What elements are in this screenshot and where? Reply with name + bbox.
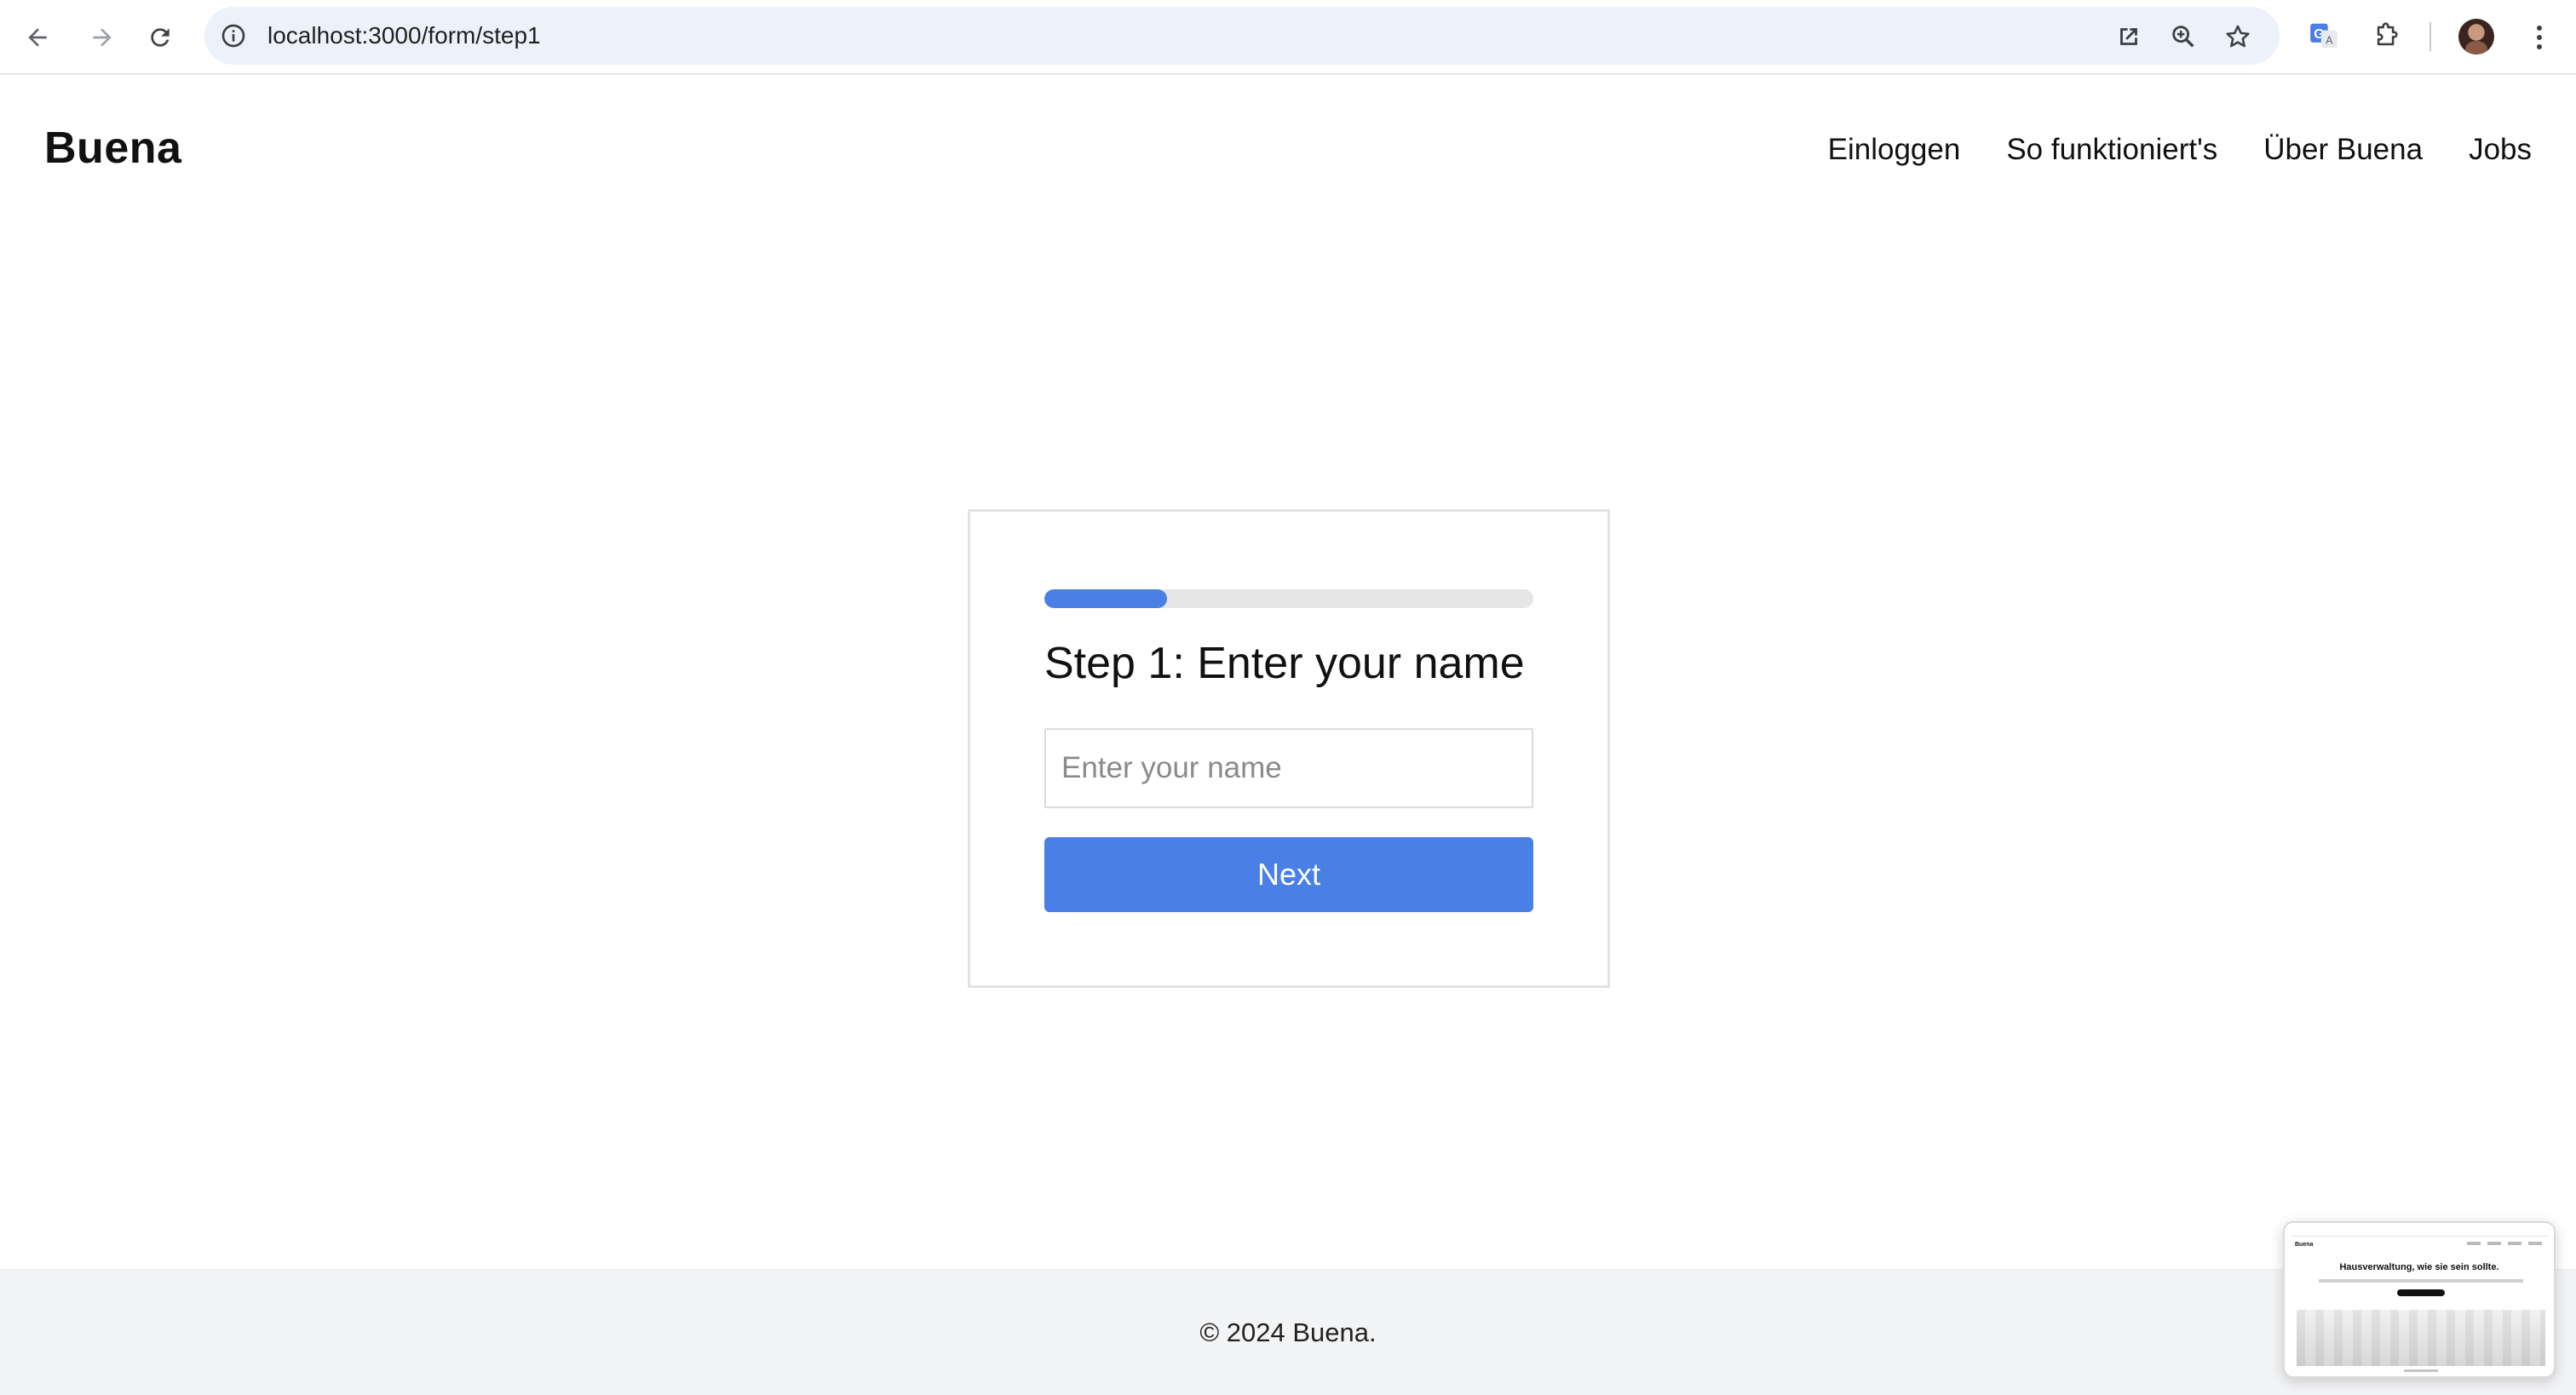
- thumbnail-heading: Hausverwaltung, wie sie sein sollte.: [2339, 1262, 2499, 1272]
- translate-icon[interactable]: G A: [2305, 17, 2343, 55]
- browser-toolbar: localhost:3000/form/step1 G A: [0, 0, 2576, 75]
- thumbnail-footer: [2404, 1369, 2438, 1372]
- site-logo[interactable]: Buena: [44, 123, 181, 174]
- step-title: Step 1: Enter your name: [1044, 639, 1525, 688]
- star-icon[interactable]: [2223, 22, 2252, 51]
- nav-link-about[interactable]: Über Buena: [2263, 133, 2423, 167]
- nav-link-jobs[interactable]: Jobs: [2469, 133, 2532, 167]
- thumbnail-hero-image: [2297, 1310, 2545, 1366]
- thumbnail-toolbar: [2291, 1230, 2549, 1237]
- avatar[interactable]: [2458, 19, 2494, 55]
- back-button[interactable]: [17, 17, 58, 58]
- thumbnail-subtext: [2319, 1279, 2523, 1283]
- thumbnail-cta: [2397, 1289, 2445, 1296]
- address-bar[interactable]: localhost:3000/form/step1: [204, 7, 2280, 65]
- toolbar-divider: [2429, 22, 2431, 51]
- reload-icon: [151, 28, 170, 47]
- kebab-icon[interactable]: [2527, 19, 2552, 56]
- zoom-icon[interactable]: [2169, 22, 2198, 51]
- puzzle-icon[interactable]: [2368, 17, 2406, 55]
- site-footer: © 2024 Buena.: [0, 1269, 2576, 1395]
- open-external-icon[interactable]: [2114, 22, 2143, 51]
- main-nav: Einloggen So funktioniert's Über Buena J…: [1828, 133, 2532, 167]
- name-input[interactable]: [1044, 728, 1533, 808]
- forward-button[interactable]: [82, 17, 123, 58]
- arrow-right-icon: [93, 28, 112, 47]
- reload-button[interactable]: [140, 17, 181, 58]
- url-text[interactable]: localhost:3000/form/step1: [267, 7, 541, 65]
- thumbnail-nav: [2467, 1242, 2544, 1245]
- progress-bar: [1044, 589, 1533, 608]
- nav-link-login[interactable]: Einloggen: [1828, 133, 1961, 167]
- svg-text:A: A: [2326, 35, 2333, 47]
- next-button[interactable]: Next: [1044, 837, 1533, 912]
- progress-fill: [1044, 589, 1167, 608]
- thumbnail-logo: Buena: [2295, 1242, 2314, 1248]
- arrow-left-icon: [28, 28, 47, 47]
- tab-preview-thumbnail[interactable]: Buena Hausverwaltung, wie sie sein sollt…: [2283, 1221, 2556, 1378]
- copyright-text: © 2024 Buena.: [1199, 1318, 1377, 1347]
- info-icon[interactable]: [220, 22, 247, 49]
- nav-link-how-it-works[interactable]: So funktioniert's: [2006, 133, 2217, 167]
- form-card: Step 1: Enter your name Next: [968, 509, 1610, 988]
- site-header: Buena Einloggen So funktioniert's Über B…: [0, 75, 2576, 228]
